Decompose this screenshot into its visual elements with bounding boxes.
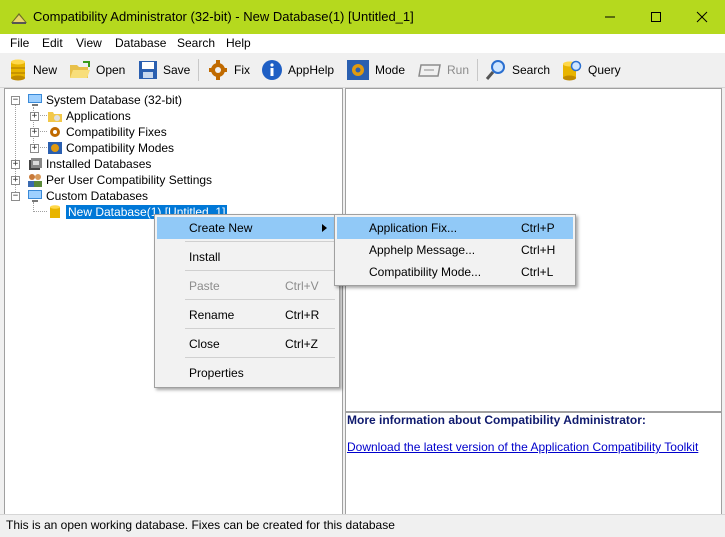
context-menu: Create New Install Paste Ctrl+V Rename C… — [154, 214, 340, 388]
query-icon — [563, 60, 582, 81]
menu-bar: File Edit View Database Search Help — [0, 34, 725, 53]
query-label: Query — [588, 63, 621, 77]
toolbar-separator — [198, 59, 199, 81]
installed-database-icon — [29, 158, 42, 170]
menu-separator — [185, 328, 335, 329]
collapse-toggle[interactable]: − — [11, 96, 20, 105]
apphelp-label: AppHelp — [288, 63, 335, 77]
computer-icon — [28, 94, 42, 106]
maximize-button[interactable] — [633, 0, 679, 34]
expand-toggle[interactable]: + — [11, 160, 20, 169]
status-text: This is an open working database. Fixes … — [6, 518, 395, 532]
collapse-toggle[interactable]: − — [11, 192, 20, 201]
expand-toggle[interactable]: + — [30, 112, 39, 121]
tree-label: Compatibility Modes — [66, 141, 175, 155]
tree-item-applications[interactable]: Applications — [47, 108, 131, 124]
create-new-submenu: Application Fix... Ctrl+P Apphelp Messag… — [334, 214, 576, 286]
toolbar-separator — [477, 59, 478, 81]
save-button[interactable]: Save — [138, 57, 190, 83]
menu-item-close[interactable]: Close Ctrl+Z — [157, 333, 337, 355]
toolbar: New Open Save Fix AppHelp Mode Run Searc… — [0, 53, 725, 88]
mode-button[interactable]: Mode — [346, 57, 405, 83]
tree-line — [33, 211, 47, 212]
run-icon — [418, 64, 441, 77]
new-button[interactable]: New — [8, 57, 57, 83]
window-title: Compatibility Administrator (32-bit) - N… — [33, 9, 414, 24]
menu-item-rename[interactable]: Rename Ctrl+R — [157, 304, 337, 326]
tree-item-installed-databases[interactable]: Installed Databases — [27, 156, 151, 172]
info-icon — [262, 60, 282, 80]
fix-label: Fix — [234, 63, 250, 77]
mode-label: Mode — [375, 63, 406, 77]
tree-label: System Database (32-bit) — [46, 93, 183, 107]
menu-separator — [185, 299, 335, 300]
open-button[interactable]: Open — [69, 57, 125, 83]
open-label: Open — [96, 63, 126, 77]
tree-item-compatibility-modes[interactable]: Compatibility Modes — [47, 140, 174, 156]
search-button[interactable]: Search — [485, 57, 550, 83]
fix-gear-icon — [209, 60, 227, 80]
menu-item-compatibility-mode[interactable]: Compatibility Mode... Ctrl+L — [337, 261, 573, 283]
menu-item-properties[interactable]: Properties — [157, 362, 337, 384]
tree-line — [15, 102, 16, 200]
tree-item-system-database[interactable]: System Database (32-bit) — [27, 92, 182, 108]
search-label: Search — [512, 63, 551, 77]
tree-label: Installed Databases — [46, 157, 152, 171]
submenu-arrow-icon — [322, 224, 327, 232]
minimize-button[interactable] — [587, 0, 633, 34]
status-bar: This is an open working database. Fixes … — [0, 514, 725, 537]
expand-toggle[interactable]: + — [30, 144, 39, 153]
fix-button[interactable]: Fix — [207, 57, 250, 83]
menu-item-create-new[interactable]: Create New — [157, 217, 337, 239]
menu-item-install[interactable]: Install — [157, 246, 337, 268]
menu-separator — [185, 357, 335, 358]
more-info-heading: More information about Compatibility Adm… — [347, 413, 646, 427]
menu-item-paste[interactable]: Paste Ctrl+V — [157, 275, 337, 297]
download-toolkit-link[interactable]: Download the latest version of the Appli… — [347, 440, 698, 454]
tree-label: Per User Compatibility Settings — [46, 173, 213, 187]
computer-icon — [28, 190, 42, 202]
menu-edit[interactable]: Edit — [42, 36, 63, 50]
save-label: Save — [163, 63, 191, 77]
menu-separator — [185, 270, 335, 271]
mode-icon — [48, 142, 62, 154]
users-icon — [28, 174, 42, 187]
menu-file[interactable]: File — [10, 36, 29, 50]
close-icon — [696, 11, 708, 23]
menu-database[interactable]: Database — [115, 36, 166, 50]
search-icon — [485, 60, 505, 80]
open-folder-icon — [70, 61, 90, 78]
tree-label: Compatibility Fixes — [66, 125, 167, 139]
mode-icon — [347, 60, 369, 80]
database-icon — [11, 59, 25, 81]
query-button[interactable]: Query — [559, 57, 621, 83]
close-button[interactable] — [679, 0, 725, 34]
database-icon — [50, 205, 60, 218]
menu-item-application-fix[interactable]: Application Fix... Ctrl+P — [337, 217, 573, 239]
folder-icon — [48, 112, 62, 122]
menu-separator — [185, 241, 335, 242]
tree-label: Applications — [66, 109, 131, 123]
maximize-icon — [651, 12, 661, 22]
menu-help[interactable]: Help — [226, 36, 251, 50]
menu-view[interactable]: View — [76, 36, 102, 50]
expand-toggle[interactable]: + — [11, 176, 20, 185]
tree-item-per-user-settings[interactable]: Per User Compatibility Settings — [27, 172, 212, 188]
tree-item-custom-databases[interactable]: Custom Databases — [27, 188, 148, 204]
minimize-icon — [605, 16, 615, 18]
menu-item-apphelp-message[interactable]: Apphelp Message... Ctrl+H — [337, 239, 573, 261]
tree-item-compatibility-fixes[interactable]: Compatibility Fixes — [47, 124, 167, 140]
new-label: New — [33, 63, 58, 77]
save-icon — [139, 61, 157, 79]
run-button[interactable]: Run — [418, 57, 469, 83]
app-icon — [11, 13, 27, 24]
fix-gear-icon — [50, 127, 60, 137]
run-label: Run — [447, 63, 470, 77]
tree-label: Custom Databases — [46, 189, 149, 203]
apphelp-button[interactable]: AppHelp — [261, 57, 334, 83]
title-bar[interactable]: Compatibility Administrator (32-bit) - N… — [0, 0, 725, 34]
expand-toggle[interactable]: + — [30, 128, 39, 137]
menu-search[interactable]: Search — [177, 36, 215, 50]
